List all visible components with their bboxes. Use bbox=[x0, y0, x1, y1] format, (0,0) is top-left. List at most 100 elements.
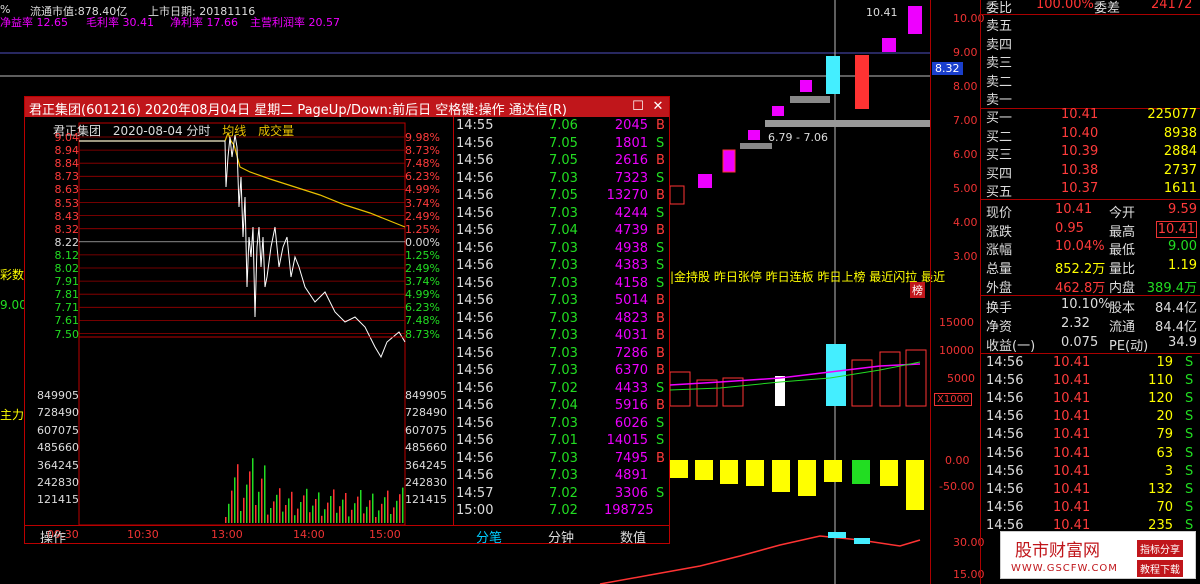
pct-axis-label: 4.99% bbox=[405, 183, 440, 197]
tick-row[interactable]: 14:56 7.03 4938 S bbox=[454, 240, 670, 258]
pct-axis-label: 1.25% bbox=[405, 222, 440, 236]
tick-row[interactable]: 14:57 7.02 3306 S bbox=[454, 485, 670, 503]
trade-row[interactable]: 14:56 10.41 20 S bbox=[981, 408, 1200, 427]
tick-side: B bbox=[656, 398, 665, 413]
trade-row[interactable]: 14:56 10.41 63 S bbox=[981, 445, 1200, 464]
tick-price: 7.04 bbox=[549, 223, 578, 238]
tick-row[interactable]: 14:56 7.03 7323 S bbox=[454, 170, 670, 188]
trade-row[interactable]: 14:56 10.41 120 S bbox=[981, 390, 1200, 409]
watermark-share-button[interactable]: 指标分享 bbox=[1137, 540, 1183, 557]
tick-row[interactable]: 14:56 7.04 4739 B bbox=[454, 222, 670, 240]
volume-bar bbox=[366, 506, 368, 523]
ask-row: 卖一 bbox=[981, 88, 1200, 108]
tick-row[interactable]: 14:56 7.03 7495 B bbox=[454, 450, 670, 468]
quote-panel: 委比 100.00% 委差 24172 卖五 卖四 卖三 卖二 卖一 买一 10.41 22… bbox=[980, 0, 1200, 584]
tick-volume: 7323 bbox=[614, 170, 648, 186]
tick-row[interactable]: 14:56 7.03 4158 S bbox=[454, 275, 670, 293]
stat-row: 现价 10.41 今开 9.59 bbox=[981, 201, 1200, 221]
main-margin: 主营利润率 20.57 bbox=[250, 16, 340, 29]
left-tag-price: 9.00 bbox=[0, 298, 27, 312]
tab-operation[interactable]: 操作 bbox=[25, 527, 81, 546]
tick-list[interactable]: 14:55 7.06 2045 B 14:56 7.05 1801 S 14:56 7.05 261… bbox=[453, 117, 669, 525]
tick-row[interactable]: 14:56 7.05 2616 B bbox=[454, 152, 670, 170]
close-icon[interactable]: ✕ bbox=[651, 100, 665, 114]
volume-bar bbox=[330, 496, 332, 523]
volume-bar bbox=[336, 512, 338, 523]
tick-row[interactable]: 14:56 7.05 1801 S bbox=[454, 135, 670, 153]
volume-bar bbox=[240, 511, 242, 523]
dialog-title-bar[interactable]: 君正集团(601216) 2020年08月04日 星期二 PageUp/Down… bbox=[25, 97, 669, 118]
volume-bar bbox=[381, 503, 383, 523]
volume-bar bbox=[387, 490, 389, 523]
tick-time: 14:56 bbox=[456, 170, 494, 186]
fund-value: 34.9 bbox=[1168, 335, 1197, 350]
tick-time: 14:56 bbox=[456, 363, 494, 378]
tick-row[interactable]: 14:56 7.05 13270 B bbox=[454, 187, 670, 205]
tick-row[interactable]: 14:56 7.03 6026 S bbox=[454, 415, 670, 433]
watermark-tutorial-button[interactable]: 教程下载 bbox=[1137, 560, 1183, 577]
trade-row[interactable]: 14:56 10.41 3 S bbox=[981, 463, 1200, 482]
tick-row[interactable]: 14:55 7.06 2045 B bbox=[454, 117, 670, 135]
pct-axis-label: 2.49% bbox=[405, 209, 440, 223]
avg-line-legend: 均线 bbox=[222, 124, 247, 138]
price-axis-label: 8.84 bbox=[54, 157, 80, 171]
fund-label: 股本 bbox=[1109, 301, 1136, 316]
tick-row[interactable]: 14:56 7.03 6370 B bbox=[454, 362, 670, 380]
tick-row[interactable]: 14:56 7.03 4383 S bbox=[454, 257, 670, 275]
tick-row[interactable]: 14:56 7.03 7286 B bbox=[454, 345, 670, 363]
tick-price: 7.06 bbox=[549, 118, 578, 133]
tick-price: 7.04 bbox=[549, 398, 578, 413]
tick-side: S bbox=[656, 170, 665, 186]
macd-axis-tick: -50.00 bbox=[939, 480, 975, 493]
volume-bar bbox=[312, 505, 314, 523]
tick-volume: 4031 bbox=[614, 328, 648, 343]
tick-time: 14:56 bbox=[456, 380, 494, 396]
intraday-chart[interactable] bbox=[25, 117, 453, 525]
tick-row[interactable]: 15:00 7.02 198725 bbox=[454, 502, 670, 520]
tick-row[interactable]: 14:56 7.03 4244 S bbox=[454, 205, 670, 223]
tick-row[interactable]: 14:56 7.01 14015 S bbox=[454, 432, 670, 450]
tick-price: 7.03 bbox=[549, 293, 578, 308]
tab-values[interactable]: 数值 bbox=[597, 527, 669, 546]
trade-row[interactable]: 14:56 10.41 110 S bbox=[981, 372, 1200, 391]
volume-axis-label: 485660 bbox=[405, 441, 447, 455]
ask-row: 卖四 bbox=[981, 33, 1200, 53]
trade-row[interactable]: 14:56 10.41 19 S bbox=[981, 354, 1200, 373]
axis-tick: 9.00 bbox=[953, 46, 978, 59]
bid-volume: 2737 bbox=[1163, 162, 1197, 178]
high-price-label: 10.41 bbox=[866, 6, 898, 19]
tab-minutes[interactable]: 分钟 bbox=[525, 527, 597, 546]
price-axis-label: 7.91 bbox=[54, 275, 80, 289]
tick-price: 7.03 bbox=[549, 328, 578, 343]
trade-row[interactable]: 14:56 10.41 79 S bbox=[981, 426, 1200, 445]
volume-bar bbox=[270, 508, 272, 523]
tick-row[interactable]: 14:56 7.03 5014 B bbox=[454, 292, 670, 310]
trade-price: 10.41 bbox=[1053, 409, 1091, 425]
trade-row[interactable]: 14:56 10.41 132 S bbox=[981, 481, 1200, 500]
maximize-icon[interactable]: ☐ bbox=[631, 100, 645, 114]
tick-time: 14:55 bbox=[456, 118, 494, 133]
axis-tick: 8.00 bbox=[953, 80, 978, 93]
tick-volume: 5014 bbox=[614, 293, 648, 308]
vol-unit-label: X1000 bbox=[934, 393, 973, 406]
feature-marquee[interactable]: |金持股 昨日张停 昨日连板 昨日上榜 最近闪拉 最近 bbox=[670, 268, 945, 285]
trade-volume: 79 bbox=[1156, 427, 1173, 443]
trade-row[interactable]: 14:56 10.41 70 S bbox=[981, 499, 1200, 518]
price-axis-label: 8.63 bbox=[54, 183, 80, 197]
volume-bar bbox=[234, 477, 236, 523]
tab-ticks[interactable]: 分笔 bbox=[453, 527, 525, 546]
tick-row[interactable]: 14:56 7.04 5916 B bbox=[454, 397, 670, 415]
tick-detail-dialog[interactable]: 君正集团(601216) 2020年08月04日 星期二 PageUp/Down… bbox=[24, 96, 670, 546]
price-axis-label: 8.12 bbox=[54, 248, 80, 262]
tick-row[interactable]: 14:56 7.03 4823 B bbox=[454, 310, 670, 328]
tick-row[interactable]: 14:56 7.03 4891 bbox=[454, 467, 670, 485]
trade-volume: 3 bbox=[1164, 463, 1173, 479]
tick-row[interactable]: 14:56 7.02 4433 S bbox=[454, 380, 670, 398]
tick-row[interactable]: 14:56 7.03 4031 B bbox=[454, 327, 670, 345]
volume-bar bbox=[393, 507, 395, 523]
tick-price: 7.03 bbox=[549, 205, 578, 221]
pct-axis-label: 6.23% bbox=[405, 301, 440, 315]
ma-range-label: 6.79 - 7.06 bbox=[768, 131, 828, 144]
stat-value: 389.4万 bbox=[1146, 280, 1197, 296]
trade-volume: 120 bbox=[1148, 391, 1173, 407]
